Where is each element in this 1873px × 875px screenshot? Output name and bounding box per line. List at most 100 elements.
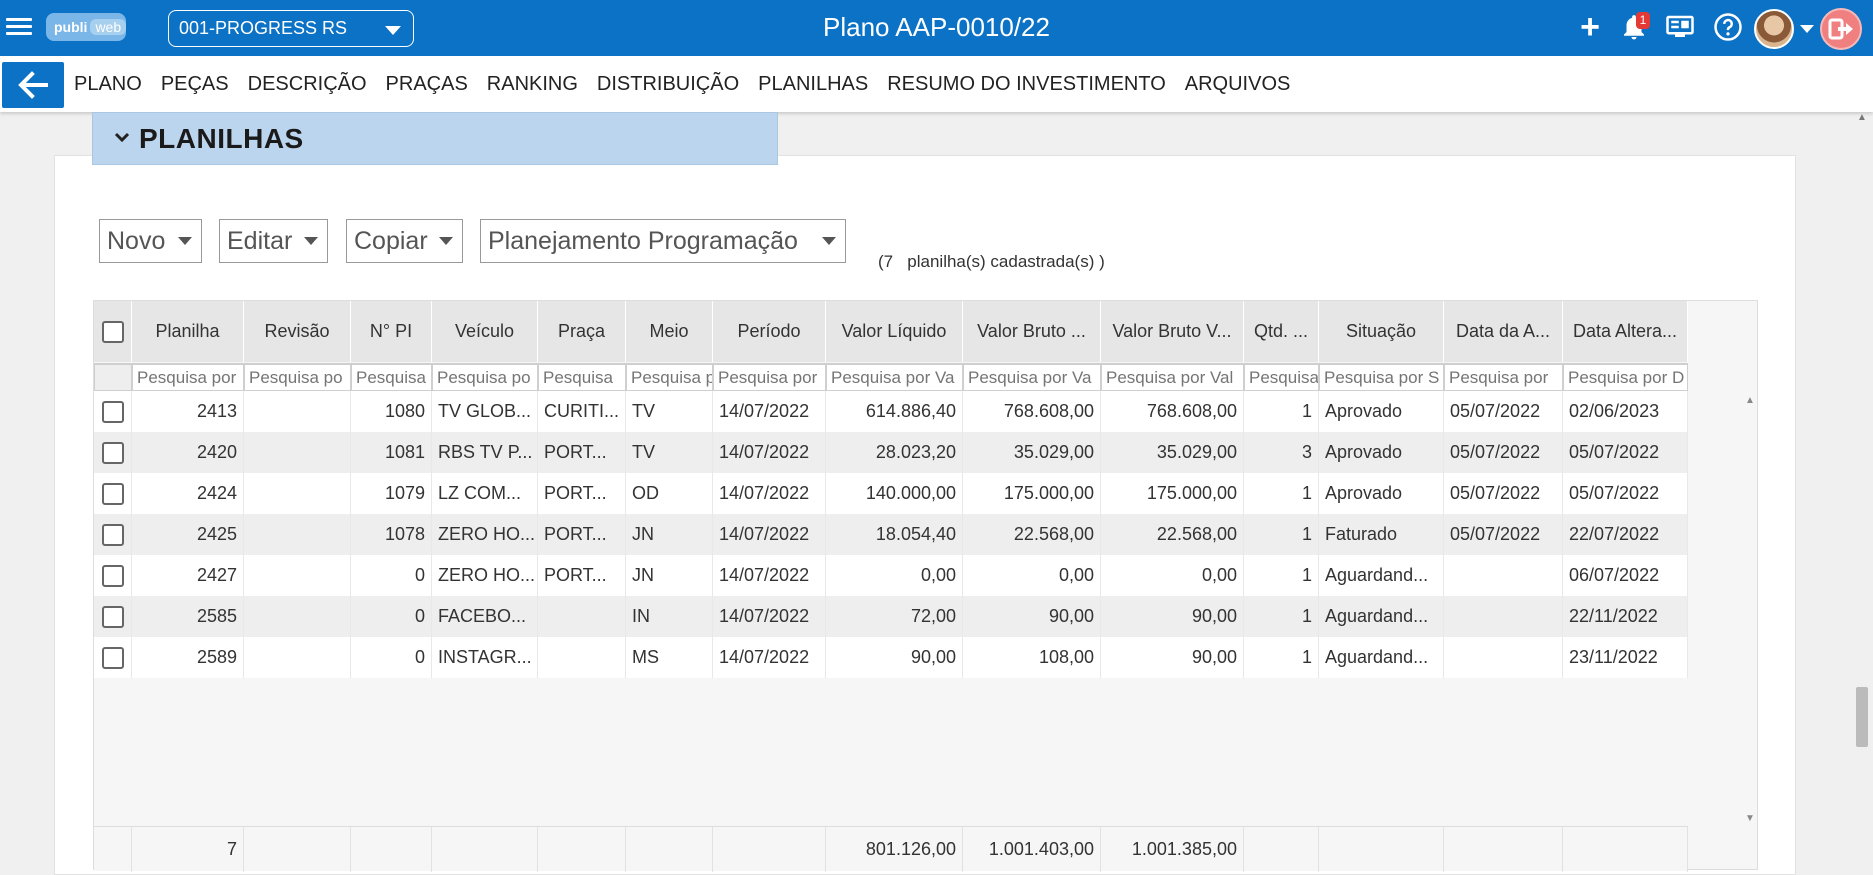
scroll-up-icon[interactable]: ▲	[1857, 112, 1867, 123]
menu-icon[interactable]	[6, 14, 32, 40]
cell-planilha: 2589	[132, 637, 244, 678]
column-header-valor-bruto[interactable]: Valor Bruto ...	[963, 301, 1101, 362]
footer-total-valor-bruto-v: 1.001.385,00	[1101, 827, 1244, 872]
editar-dropdown[interactable]: Editar	[219, 219, 328, 263]
row-checkbox[interactable]	[94, 432, 132, 473]
company-select[interactable]: 001-PROGRESS RS	[168, 10, 414, 47]
cell-valor-liquido: 18.054,40	[826, 514, 963, 555]
cell-periodo: 14/07/2022	[713, 473, 826, 514]
select-all-checkbox[interactable]	[94, 301, 132, 362]
scrollbar-thumb[interactable]	[1856, 687, 1868, 747]
cell-meio: JN	[626, 514, 713, 555]
filter-input-qtd[interactable]	[1245, 365, 1318, 390]
filter-input-situacao[interactable]	[1320, 365, 1443, 390]
tab-ranking[interactable]: RANKING	[487, 73, 578, 96]
cell-valor-bruto-v: 22.568,00	[1101, 514, 1244, 555]
filter-input-valor-bruto-v[interactable]	[1102, 365, 1243, 390]
column-header-revisao[interactable]: Revisão	[244, 301, 351, 362]
column-header-valor-bruto-v[interactable]: Valor Bruto V...	[1101, 301, 1244, 362]
planejamento-dropdown[interactable]: Planejamento Programação	[480, 219, 846, 263]
bell-icon[interactable]: 1	[1618, 12, 1650, 44]
column-header-data-da-a[interactable]: Data da A...	[1444, 301, 1563, 362]
grid-scrollbar[interactable]: ▲ ▼	[1741, 391, 1757, 826]
row-checkbox[interactable]	[94, 391, 132, 432]
novo-dropdown[interactable]: Novo	[99, 219, 202, 263]
cell-data-altera: 23/11/2022	[1563, 637, 1688, 678]
tab-resumo-investimento[interactable]: RESUMO DO INVESTIMENTO	[887, 73, 1166, 96]
table-row[interactable]: 2413 1080 TV GLOB... CURITI... TV 14/07/2022 6…	[94, 391, 1688, 432]
cell-meio: OD	[626, 473, 713, 514]
cell-veiculo: LZ COM...	[432, 473, 538, 514]
row-checkbox[interactable]	[94, 555, 132, 596]
column-header-n-pi[interactable]: N° PI	[351, 301, 432, 362]
avatar[interactable]	[1754, 9, 1794, 49]
column-header-praca[interactable]: Praça	[538, 301, 626, 362]
table-row[interactable]: 2425 1078 ZERO HO... PORT... JN 14/07/2022 18.…	[94, 514, 1688, 555]
cell-data-altera: 06/07/2022	[1563, 555, 1688, 596]
filter-input-valor-bruto[interactable]	[964, 365, 1100, 390]
cell-qtd: 1	[1244, 596, 1319, 637]
filter-input-praca[interactable]	[539, 365, 625, 390]
filter-input-meio[interactable]	[627, 365, 712, 390]
table-row[interactable]: 2424 1079 LZ COM... PORT... OD 14/07/2022 140.…	[94, 473, 1688, 514]
row-checkbox[interactable]	[94, 637, 132, 678]
filter-input-periodo[interactable]	[714, 365, 825, 390]
column-header-data-altera[interactable]: Data Altera...	[1563, 301, 1688, 362]
section-header[interactable]: PLANILHAS	[92, 112, 778, 165]
filter-cell	[351, 363, 432, 391]
column-header-periodo[interactable]: Período	[713, 301, 826, 362]
filter-input-veiculo[interactable]	[433, 365, 537, 390]
column-header-valor-liquido[interactable]: Valor Líquido	[826, 301, 963, 362]
tab-pracas[interactable]: PRAÇAS	[386, 73, 468, 96]
monitor-icon[interactable]	[1664, 12, 1696, 44]
column-header-planilha[interactable]: Planilha	[132, 301, 244, 362]
cell-data-da-a: 05/07/2022	[1444, 473, 1563, 514]
filter-input-n-pi[interactable]	[352, 365, 431, 390]
table-row[interactable]: 2427 0 ZERO HO... PORT... JN 14/07/2022 0,00 0,…	[94, 555, 1688, 596]
cell-qtd: 1	[1244, 637, 1319, 678]
page-scrollbar[interactable]: ▲	[1854, 112, 1870, 861]
filter-input-planilha[interactable]	[133, 365, 243, 390]
chevron-down-icon	[304, 237, 318, 245]
column-header-meio[interactable]: Meio	[626, 301, 713, 362]
footer-total-valor-bruto: 1.001.403,00	[963, 827, 1101, 872]
cell-valor-liquido: 0,00	[826, 555, 963, 596]
table-row[interactable]: 2589 0 INSTAGR... MS 14/07/2022 90,00 108,00 90…	[94, 637, 1688, 678]
filter-input-data-da-a[interactable]	[1445, 365, 1562, 390]
scroll-up-icon[interactable]: ▲	[1745, 395, 1755, 406]
cell-periodo: 14/07/2022	[713, 391, 826, 432]
cell-veiculo: RBS TV P...	[432, 432, 538, 473]
logout-icon[interactable]	[1820, 8, 1862, 50]
filter-input-data-altera[interactable]	[1564, 365, 1687, 390]
column-header-veiculo[interactable]: Veículo	[432, 301, 538, 362]
tab-pecas[interactable]: PEÇAS	[161, 73, 229, 96]
column-header-situacao[interactable]: Situação	[1319, 301, 1444, 362]
chevron-down-icon[interactable]	[1800, 25, 1814, 33]
column-header-qtd[interactable]: Qtd. ...	[1244, 301, 1319, 362]
tab-planilhas[interactable]: PLANILHAS	[758, 73, 868, 96]
back-button[interactable]	[2, 62, 64, 108]
cell-valor-bruto: 90,00	[963, 596, 1101, 637]
cell-praca	[538, 596, 626, 637]
copiar-dropdown[interactable]: Copiar	[346, 219, 463, 263]
copiar-label: Copiar	[354, 227, 428, 255]
logo[interactable]: publi web	[46, 13, 127, 41]
plus-icon[interactable]: +	[1574, 10, 1606, 44]
row-checkbox[interactable]	[94, 473, 132, 514]
row-checkbox[interactable]	[94, 596, 132, 637]
tab-arquivos[interactable]: ARQUIVOS	[1185, 73, 1291, 96]
row-checkbox[interactable]	[94, 514, 132, 555]
tab-distribuicao[interactable]: DISTRIBUIÇÃO	[597, 73, 739, 96]
help-icon[interactable]	[1712, 12, 1744, 44]
filter-input-revisao[interactable]	[245, 365, 350, 390]
scroll-down-icon[interactable]: ▼	[1745, 813, 1755, 824]
tab-descricao[interactable]: DESCRIÇÃO	[248, 73, 367, 96]
table-row[interactable]: 2585 0 FACEBO... IN 14/07/2022 72,00 90,00 90,0…	[94, 596, 1688, 637]
grid-header-row: Planilha Revisão N° PI Veículo Praça Meio Perí…	[94, 301, 1688, 362]
chevron-down-icon	[439, 237, 453, 245]
table-row[interactable]: 2420 1081 RBS TV P... PORT... TV 14/07/2022 28…	[94, 432, 1688, 473]
filter-input-valor-liquido[interactable]	[827, 365, 962, 390]
cell-praca: PORT...	[538, 473, 626, 514]
cell-data-altera: 22/11/2022	[1563, 596, 1688, 637]
tab-plano[interactable]: PLANO	[74, 73, 142, 96]
